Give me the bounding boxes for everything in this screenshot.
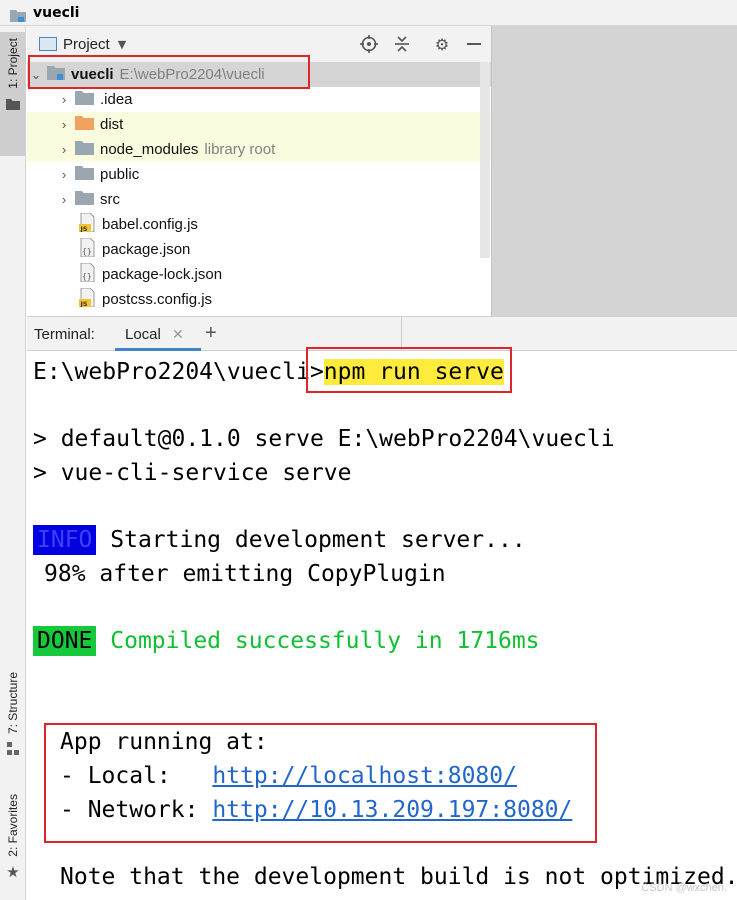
- tree-item[interactable]: › node_modules library root: [27, 137, 491, 162]
- structure-icon: [6, 740, 20, 759]
- project-view-icon: [39, 37, 57, 51]
- project-folder-icon: [47, 65, 65, 84]
- app-running-line: App running at:: [60, 729, 268, 755]
- tree-item[interactable]: › .idea: [27, 87, 491, 112]
- done-text: Compiled successfully in 1716ms: [110, 628, 540, 654]
- divider: [401, 317, 402, 351]
- chevron-right-icon[interactable]: ›: [57, 192, 71, 207]
- local-label: - Local:: [60, 763, 213, 789]
- prompt-path: E:\webPro2204\vuecli>: [33, 359, 324, 385]
- structure-tool-tab-label: 7: Structure: [6, 672, 20, 735]
- tree-item-label: node_modules: [100, 141, 199, 158]
- tree-item-label: package-lock.json: [102, 266, 223, 283]
- tree-item-label: babel.config.js: [102, 216, 198, 233]
- tree-item[interactable]: › dist: [27, 112, 491, 137]
- script-line: > default@0.1.0 serve E:\webPro2204\vuec…: [33, 426, 615, 452]
- info-line: INFO Starting development server...: [33, 525, 526, 555]
- project-panel-header: Project ▼ ⚙: [27, 26, 491, 62]
- structure-tool-tab[interactable]: 7: Structure: [0, 670, 26, 800]
- tree-item[interactable]: JS postcss.config.js: [27, 287, 491, 312]
- title-bar: vuecli: [0, 0, 737, 26]
- new-tab-icon[interactable]: +: [205, 322, 217, 345]
- tree-item-label: .idea: [100, 91, 133, 108]
- collapse-all-icon[interactable]: [392, 34, 412, 54]
- network-url-link[interactable]: http://10.13.209.197:8080/: [212, 797, 572, 823]
- js-file-icon: JS: [79, 212, 96, 236]
- library-root-note: library root: [204, 141, 276, 158]
- project-tool-tab[interactable]: 1: Project: [0, 32, 26, 156]
- prompt-line: E:\webPro2204\vuecli>npm run serve: [33, 357, 504, 387]
- tree-root-row[interactable]: ⌄ vuecli E:\webPro2204\vuecli: [27, 62, 491, 87]
- command-text: npm run serve: [323, 359, 504, 385]
- folder-icon: [75, 190, 94, 209]
- folder-icon: [6, 95, 20, 114]
- progress-line: 98% after emitting CopyPlugin: [44, 561, 446, 587]
- terminal-label: Terminal:: [34, 326, 95, 343]
- tree-item-label: postcss.config.js: [102, 291, 213, 308]
- star-icon: ★: [6, 862, 20, 881]
- network-label: - Network:: [60, 797, 213, 823]
- done-line: DONE Compiled successfully in 1716ms: [33, 626, 540, 656]
- tree-item[interactable]: › public: [27, 162, 491, 187]
- info-badge: INFO: [33, 525, 97, 555]
- gear-icon[interactable]: ⚙: [432, 34, 452, 54]
- tree-item[interactable]: › src: [27, 187, 491, 212]
- window-title: vuecli: [33, 4, 80, 21]
- tree-item-label: src: [100, 191, 120, 208]
- tab-local[interactable]: Local ✕: [115, 317, 201, 351]
- info-text: Starting development server...: [110, 527, 526, 553]
- script-line: > vue-cli-service serve: [33, 460, 352, 486]
- excluded-folder-icon: [75, 115, 94, 134]
- done-badge: DONE: [33, 626, 97, 656]
- svg-text:{}: {}: [82, 272, 92, 281]
- tab-local-label: Local: [125, 326, 161, 343]
- tree-item-label: package.json: [102, 241, 191, 258]
- json-file-icon: {}: [79, 237, 96, 261]
- folder-icon: [10, 7, 26, 22]
- tree-scrollbar[interactable]: [480, 62, 490, 258]
- tree-item[interactable]: {} package-lock.json: [27, 262, 491, 287]
- chevron-down-icon[interactable]: ⌄: [29, 67, 43, 83]
- js-file-icon: JS: [79, 287, 96, 311]
- tree-item[interactable]: {} package.json: [27, 237, 491, 262]
- svg-text:{}: {}: [82, 247, 92, 256]
- chevron-down-icon[interactable]: ▼: [118, 38, 126, 51]
- terminal-tab-strip: Terminal: Local ✕ +: [27, 316, 737, 351]
- terminal-output[interactable]: E:\webPro2204\vuecli>npm run serve > def…: [27, 351, 737, 900]
- favorites-tool-tab[interactable]: 2: Favorites ★: [0, 794, 26, 900]
- chevron-right-icon[interactable]: ›: [57, 92, 71, 107]
- svg-text:JS: JS: [80, 225, 88, 232]
- close-icon[interactable]: ✕: [172, 326, 184, 343]
- folder-icon: [75, 140, 94, 159]
- project-tool-tab-label: 1: Project: [6, 38, 20, 89]
- local-url-link[interactable]: http://localhost:8080/: [212, 763, 517, 789]
- chevron-right-icon[interactable]: ›: [57, 167, 71, 182]
- folder-icon: [75, 165, 94, 184]
- project-panel: Project ▼ ⚙ ⌄ vuecli E:\webPro2204\vuecl…: [27, 26, 491, 316]
- network-url-line: - Network: http://10.13.209.197:8080/: [60, 795, 572, 825]
- note-line: Note that the development build is not o…: [60, 864, 737, 890]
- watermark: CSDN @wxchen.: [641, 882, 727, 894]
- locate-icon[interactable]: [359, 34, 379, 54]
- chevron-right-icon[interactable]: ›: [57, 142, 71, 157]
- root-name: vuecli: [71, 66, 114, 83]
- tree-item-label: dist: [100, 116, 124, 133]
- editor-area: [491, 26, 737, 316]
- folder-icon: [75, 90, 94, 109]
- tree-item-label: public: [100, 166, 140, 183]
- json-file-icon: {}: [79, 262, 96, 286]
- local-url-line: - Local: http://localhost:8080/: [60, 761, 517, 791]
- chevron-right-icon[interactable]: ›: [57, 117, 71, 132]
- favorites-tool-tab-label: 2: Favorites: [6, 794, 20, 857]
- left-tool-strip: 1: Project 7: Structure 2: Favorites ★: [0, 26, 26, 900]
- svg-text:JS: JS: [80, 300, 88, 307]
- root-path: E:\webPro2204\vuecli: [119, 66, 265, 83]
- project-view-selector[interactable]: Project: [63, 36, 110, 53]
- minimize-icon[interactable]: [464, 34, 484, 54]
- tree-item[interactable]: JS babel.config.js: [27, 212, 491, 237]
